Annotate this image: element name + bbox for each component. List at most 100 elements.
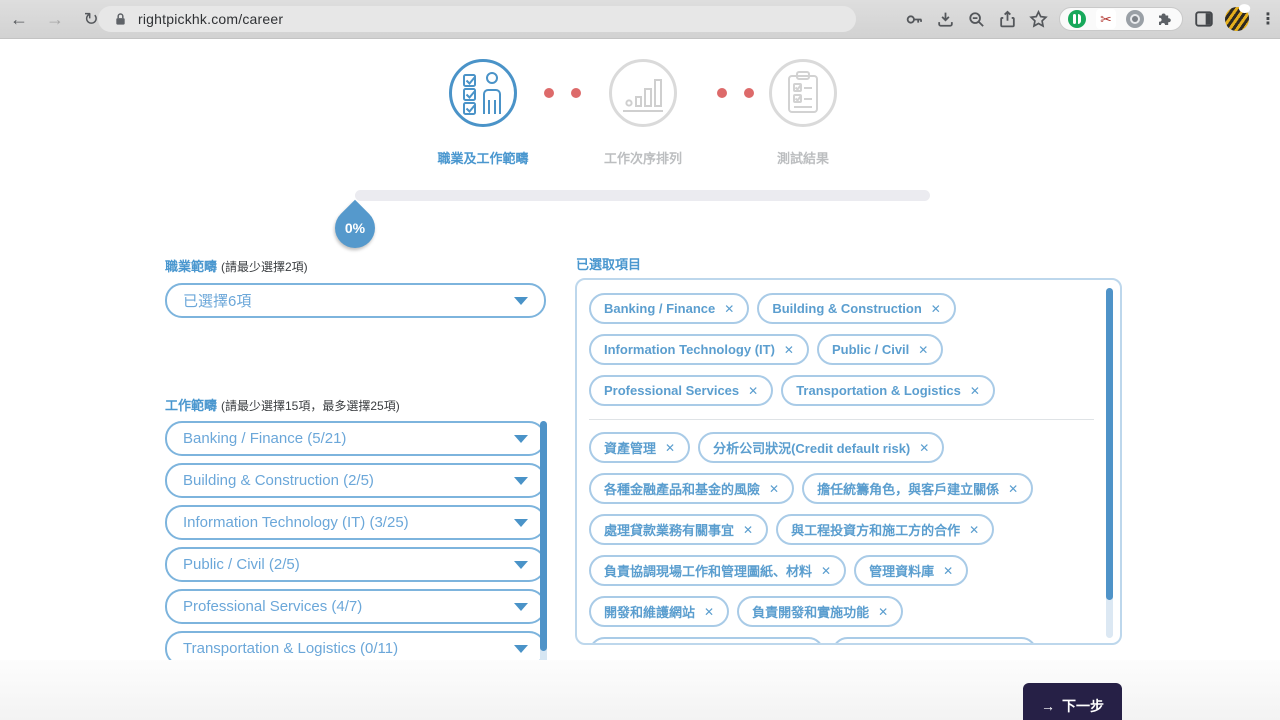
chip-label: 開發和維護網站 — [604, 605, 696, 620]
chip-label: Building & Construction — [772, 301, 922, 316]
selected-detail-chip: 管理資料庫 ✕ — [854, 555, 969, 586]
close-icon[interactable]: ✕ — [821, 564, 831, 578]
panel-scrollbar-thumb[interactable] — [1106, 288, 1113, 600]
work-dropdown-value: Professional Services (4/7) — [183, 598, 363, 615]
step-dot — [571, 88, 581, 98]
step1-career-circle — [449, 59, 517, 127]
zoom-out-icon[interactable] — [966, 9, 986, 29]
selected-detail-chip: 資產管理 ✕ — [589, 432, 691, 463]
side-panel-icon[interactable] — [1194, 9, 1214, 29]
selected-items-title: 已選取項目 — [576, 257, 642, 272]
selected-category-chip: Information Technology (IT) ✕ — [589, 334, 809, 365]
browser-window: ← → ↻ rightpickhk.com/career ✂ ⋮ 職業及工作範疇… — [0, 0, 1280, 720]
progress-percent-text: 0% — [344, 220, 366, 236]
profile-avatar[interactable] — [1225, 7, 1249, 31]
selected-category-chip: Professional Services ✕ — [589, 375, 774, 406]
selected-detail-chip: 協助實施、監測和改善服務 ✕ — [831, 637, 1037, 645]
work-section-hint: (請最少選擇15項，最多選擇25項) — [221, 399, 400, 413]
work-category-dropdown[interactable]: Public / Civil (2/5) — [165, 547, 546, 582]
selected-category-chip: Transportation & Logistics ✕ — [781, 375, 995, 406]
left-scrollbar-thumb[interactable] — [540, 421, 547, 651]
forward-icon[interactable]: → — [42, 6, 68, 32]
back-icon[interactable]: ← — [6, 6, 32, 32]
panel-divider — [589, 419, 1094, 420]
chevron-down-icon — [514, 434, 528, 443]
chip-label: 管理資料庫 — [869, 564, 935, 579]
chip-label: 各種金融產品和基金的風險 — [604, 482, 761, 497]
close-icon[interactable]: ✕ — [1008, 482, 1018, 496]
work-dropdown-value: Building & Construction (2/5) — [183, 472, 374, 489]
selected-detail-chips: 資產管理 ✕ 分析公司狀況(Credit default risk) ✕ 各種金… — [589, 432, 1094, 645]
extension-camera-icon[interactable] — [1126, 10, 1144, 28]
bookmark-star-icon[interactable] — [1028, 9, 1048, 29]
close-icon[interactable]: ✕ — [769, 482, 779, 496]
step-dot — [744, 88, 754, 98]
work-dropdown-value: Information Technology (IT) (3/25) — [183, 514, 409, 531]
work-category-dropdown-list: Banking / Finance (5/21) Building & Cons… — [165, 421, 546, 660]
career-category-dropdown[interactable]: 已選擇6項 — [165, 283, 546, 318]
close-icon[interactable]: ✕ — [704, 605, 714, 619]
close-icon[interactable]: ✕ — [878, 605, 888, 619]
selected-detail-chip: 擔任統籌角色，與客戶建立關係 ✕ — [802, 473, 1034, 504]
extension-green-icon[interactable] — [1068, 10, 1086, 28]
close-icon[interactable]: ✕ — [931, 302, 941, 316]
extension-scissors-icon[interactable]: ✂ — [1096, 9, 1116, 29]
work-dropdown-value: Public / Civil (2/5) — [183, 556, 300, 573]
extensions-group: ✂ — [1059, 7, 1183, 31]
address-bar[interactable]: rightpickhk.com/career — [98, 6, 856, 32]
career-section-hint: (請最少選擇2項) — [221, 260, 308, 274]
chevron-down-icon — [514, 644, 528, 653]
work-category-dropdown[interactable]: Transportation & Logistics (0/11) — [165, 631, 546, 660]
extensions-puzzle-icon[interactable] — [1154, 9, 1174, 29]
close-icon[interactable]: ✕ — [969, 523, 979, 537]
selected-detail-chip: 分析公司狀況(Credit default risk) ✕ — [698, 432, 945, 463]
step3-result-circle — [769, 59, 837, 127]
progress-percent-badge: 0% — [326, 199, 384, 257]
selected-detail-chip: 負責協調現場工作和管理圖紙、材料 ✕ — [589, 555, 847, 586]
close-icon[interactable]: ✕ — [970, 384, 980, 398]
work-category-dropdown[interactable]: Building & Construction (2/5) — [165, 463, 546, 498]
close-icon[interactable]: ✕ — [919, 441, 929, 455]
selected-category-chips: Banking / Finance ✕ Building & Construct… — [589, 293, 1094, 406]
close-icon[interactable]: ✕ — [665, 441, 675, 455]
close-icon[interactable]: ✕ — [943, 564, 953, 578]
chip-label: 負責協調現場工作和管理圖紙、材料 — [604, 564, 813, 579]
close-icon[interactable]: ✕ — [724, 302, 734, 316]
install-download-icon[interactable] — [935, 9, 955, 29]
chip-label: 提供個案輔導 ；心理教育及活動 — [604, 643, 790, 645]
share-icon[interactable] — [997, 9, 1017, 29]
selected-detail-chip: 提供個案輔導 ；心理教育及活動 ✕ — [589, 637, 824, 645]
chip-label: Public / Civil — [831, 342, 910, 357]
chevron-down-icon — [514, 560, 528, 569]
chip-label: 擔任統籌角色，與客戶建立關係 — [817, 482, 1000, 497]
progress-bar — [355, 190, 930, 201]
selected-detail-chip: 負責開發和實施功能 ✕ — [737, 596, 904, 627]
close-icon[interactable]: ✕ — [748, 384, 758, 398]
work-category-dropdown[interactable]: Information Technology (IT) (3/25) — [165, 505, 546, 540]
chip-label: Transportation & Logistics — [796, 383, 961, 398]
selected-detail-chip: 各種金融產品和基金的風險 ✕ — [589, 473, 795, 504]
chip-label: Information Technology (IT) — [604, 342, 775, 357]
chip-label: 負責開發和實施功能 — [752, 605, 870, 620]
browser-menu-icon[interactable]: ⋮ — [1260, 9, 1276, 29]
chip-label: 協助實施、監測和改善服務 — [847, 643, 1003, 645]
close-icon[interactable]: ✕ — [918, 343, 928, 357]
career-section-title: 職業範疇 — [165, 259, 218, 274]
chip-label: Professional Services — [604, 383, 740, 398]
work-category-dropdown[interactable]: Professional Services (4/7) — [165, 589, 546, 624]
password-key-icon[interactable] — [904, 9, 924, 29]
work-section-title: 工作範疇 — [165, 398, 218, 413]
next-step-button[interactable]: → 下一步 — [1023, 683, 1122, 720]
work-category-dropdown[interactable]: Banking / Finance (5/21) — [165, 421, 546, 456]
selected-category-chip: Public / Civil ✕ — [816, 334, 944, 365]
close-icon[interactable]: ✕ — [784, 343, 794, 357]
step2-ranking-circle — [609, 59, 677, 127]
close-icon[interactable]: ✕ — [743, 523, 753, 537]
arrow-right-icon: → — [1041, 697, 1055, 714]
chevron-down-icon — [514, 518, 528, 527]
chip-label: 資產管理 — [604, 441, 657, 456]
work-dropdown-value: Banking / Finance (5/21) — [183, 430, 347, 447]
lock-icon — [110, 9, 130, 29]
bar-chart-icon — [623, 79, 663, 112]
chip-label: 分析公司狀況(Credit default risk) — [713, 441, 911, 456]
